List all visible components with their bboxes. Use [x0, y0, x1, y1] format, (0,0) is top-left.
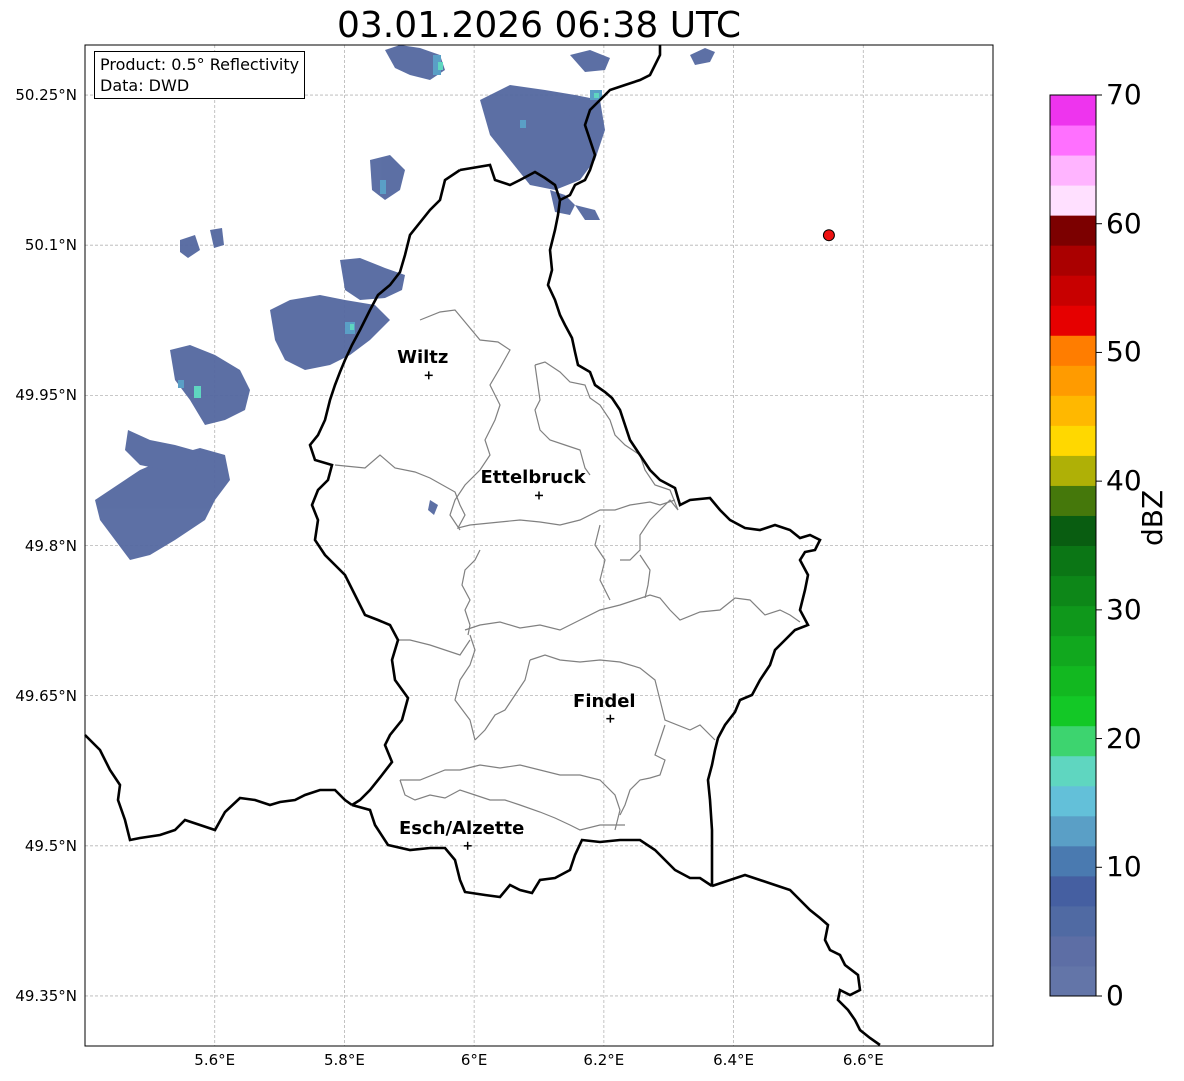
colorbar-segment: [1050, 455, 1096, 486]
colorbar-segment: [1050, 95, 1096, 126]
colorbar-segment: [1050, 635, 1096, 667]
lon-tick-label: 6.2°E: [583, 1051, 625, 1069]
colorbar-segment: [1050, 425, 1096, 456]
city-marker: [606, 714, 615, 723]
lon-tick-label: 6°E: [460, 1051, 488, 1069]
city-marker: [463, 841, 472, 850]
lon-tick-label: 5.8°E: [324, 1051, 365, 1069]
colorbar-segment: [1050, 125, 1096, 156]
colorbar-segment: [1050, 395, 1096, 426]
colorbar-segment: [1050, 695, 1096, 727]
colorbar-segment: [1050, 185, 1096, 216]
colorbar-segment: [1050, 605, 1096, 637]
colorbar-segment: [1050, 305, 1096, 336]
colorbar-tick-label: 0: [1106, 979, 1124, 1012]
colorbar-segment: [1050, 245, 1096, 276]
colorbar-segment: [1050, 575, 1096, 607]
colorbar-segment: [1050, 215, 1096, 246]
colorbar-segment: [1050, 845, 1096, 877]
data-source-label: Data: DWD: [100, 76, 190, 95]
colorbar-segment: [1050, 935, 1096, 967]
colorbar-tick-label: 60: [1106, 206, 1142, 240]
radar-echoes: [95, 45, 715, 560]
lat-tick-label: 50.1°N: [24, 236, 77, 255]
lat-tick-label: 49.8°N: [24, 536, 77, 555]
city-label: Wiltz: [397, 347, 449, 369]
city-marker: [535, 491, 543, 500]
colorbar-segment: [1050, 875, 1096, 907]
city-marker: [424, 371, 433, 380]
colorbar-segment: [1050, 725, 1096, 757]
lon-tick-label: 5.6°E: [194, 1051, 236, 1069]
colorbar-tick-label: 70: [1106, 78, 1142, 111]
country-borders: [84, 45, 881, 1047]
colorbar-segment: [1050, 665, 1096, 697]
gridlines: [85, 45, 993, 1046]
product-label: Product: 0.5° Reflectivity: [100, 55, 300, 74]
colorbar-segment: [1050, 755, 1096, 787]
lat-tick-label: 49.35°N: [15, 986, 77, 1005]
info-box: Product: 0.5° Reflectivity Data: DWD: [94, 51, 306, 99]
city-label: Esch/Alzette: [399, 817, 525, 839]
colorbar-segment: [1050, 485, 1096, 516]
lon-tick-label: 6.6°E: [842, 1051, 884, 1069]
radar-site-layer: [822, 229, 835, 242]
lat-tick-label: 50.25°N: [15, 86, 77, 105]
radar-site-marker: [822, 229, 835, 242]
colorbar-segment: [1050, 965, 1096, 997]
colorbar-segment: [1050, 545, 1096, 577]
colorbar-segment: [1050, 335, 1096, 366]
lat-tick-label: 49.95°N: [15, 386, 77, 405]
colorbar-segment: [1050, 365, 1096, 396]
lat-tick-label: 49.65°N: [15, 686, 77, 705]
colorbar: [1049, 94, 1102, 997]
colorbar-segment: [1050, 905, 1096, 937]
city-label: Ettelbruck: [480, 467, 586, 489]
colorbar-segment: [1050, 275, 1096, 306]
lon-tick-label: 6.4°E: [713, 1051, 754, 1069]
city-label: Findel: [573, 690, 636, 712]
colorbar-label: dBZ: [1136, 489, 1169, 546]
radar-map: [84, 44, 1102, 1047]
colorbar-segment: [1050, 785, 1096, 817]
city-markers: [424, 371, 615, 850]
colorbar-tick-label: 30: [1106, 592, 1142, 626]
lat-tick-label: 49.5°N: [24, 836, 77, 855]
colorbar-segment: [1050, 815, 1096, 847]
colorbar-tick-label: 20: [1106, 721, 1142, 755]
colorbar-segment: [1050, 155, 1096, 186]
colorbar-tick-label: 10: [1106, 850, 1142, 884]
colorbar-segment: [1050, 515, 1096, 546]
colorbar-tick-label: 50: [1106, 335, 1142, 369]
